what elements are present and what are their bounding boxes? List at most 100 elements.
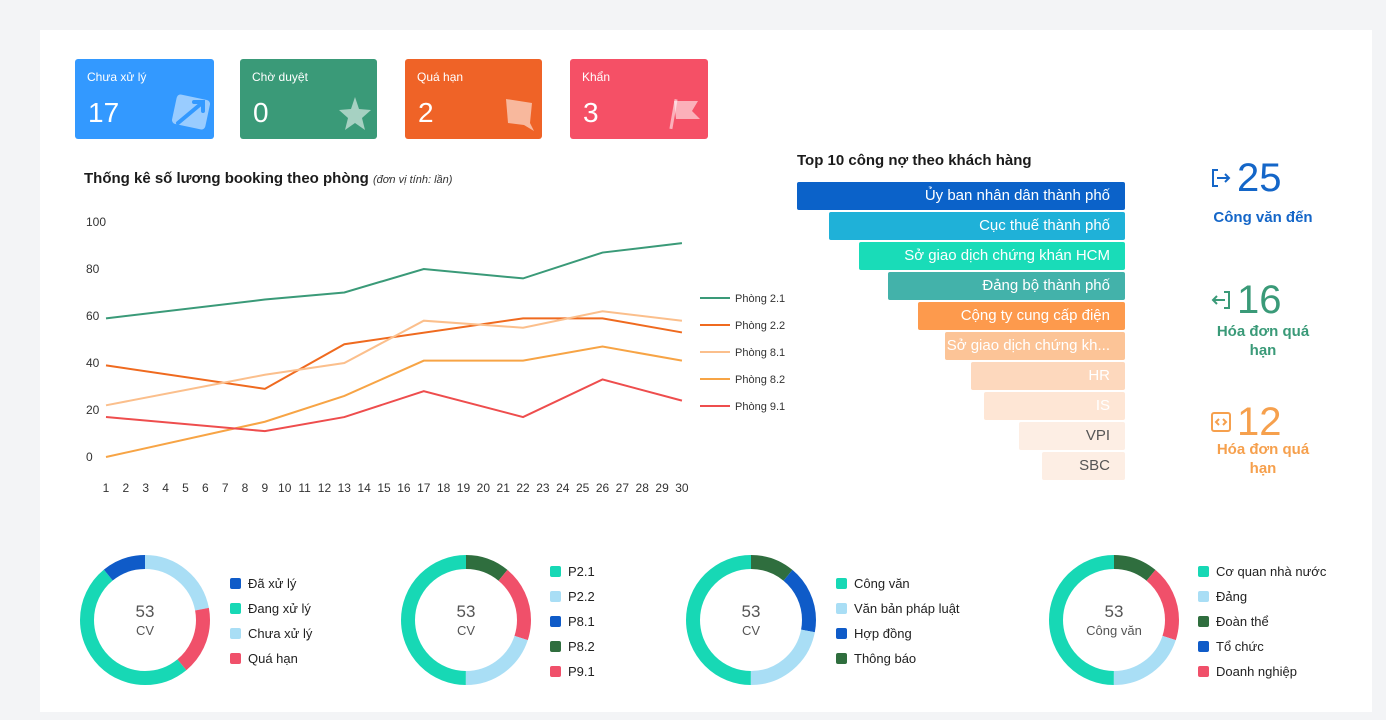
donut-center-label: 53 CV <box>681 602 821 640</box>
legend-label: Công văn <box>854 576 910 591</box>
x-tick-label: 28 <box>636 481 650 495</box>
stat-card-overdue[interactable]: Quá hạn 2 <box>405 59 542 139</box>
legend-item[interactable]: Đã xử lý <box>230 571 312 596</box>
stat-overdue-invoices[interactable]: 16 Hóa đơn quá hạn <box>1203 280 1323 360</box>
x-tick-label: 20 <box>477 481 491 495</box>
legend-item[interactable]: P9.1 <box>550 659 595 684</box>
arrow-chart-icon <box>171 94 211 130</box>
legend-label: Chưa xử lý <box>248 626 313 641</box>
legend-swatch <box>836 578 847 589</box>
legend-item[interactable]: Đảng <box>1198 584 1326 609</box>
series-line-2[interactable] <box>105 317 683 390</box>
outgoing-icon <box>1211 291 1230 309</box>
x-tick-label: 3 <box>142 481 149 495</box>
series-line-5[interactable] <box>105 378 683 433</box>
x-tick-label: 25 <box>576 481 590 495</box>
donut-unit: CV <box>456 623 476 638</box>
funnel-bar[interactable]: Sở giao dịch chứng kh... <box>945 332 1125 360</box>
legend-label: Phòng 2.2 <box>735 320 785 332</box>
legend-swatch <box>230 653 241 664</box>
stat-card-urgent[interactable]: Khẩn 3 <box>570 59 708 139</box>
legend-label: Tổ chức <box>1216 639 1264 654</box>
stat-card-awaiting[interactable]: Chờ duyệt 0 <box>240 59 377 139</box>
donut-unit: CV <box>135 623 155 638</box>
legend-swatch <box>1198 641 1209 652</box>
y-tick-label: 40 <box>86 356 100 370</box>
funnel-bar[interactable]: Đảng bộ thành phố <box>888 272 1125 300</box>
legend-item[interactable]: Thông báo <box>836 646 960 671</box>
y-tick-label: 80 <box>86 262 100 276</box>
funnel-bar[interactable]: IS <box>984 392 1125 420</box>
series-line-1[interactable] <box>105 242 683 320</box>
y-tick-label: 100 <box>86 215 106 229</box>
legend-item[interactable]: Đang xử lý <box>230 596 312 621</box>
x-tick-label: 1 <box>103 481 110 495</box>
donut-chart[interactable]: 53 CV <box>681 550 821 690</box>
legend-item[interactable]: Hợp đồng <box>836 621 960 646</box>
legend-swatch <box>230 603 241 614</box>
stat-label: Hóa đơn quá hạn <box>1216 323 1310 359</box>
legend-item[interactable]: Văn bản pháp luật <box>836 596 960 621</box>
legend-item[interactable]: Tổ chức <box>1198 634 1326 659</box>
donut-chart[interactable]: 53 Công văn <box>1044 550 1184 690</box>
x-tick-label: 21 <box>497 481 511 495</box>
incoming-icon <box>1212 169 1231 187</box>
stat-card-value: 3 <box>583 97 599 128</box>
donut-chart[interactable]: 53 CV <box>396 550 536 690</box>
legend-label: Đã xử lý <box>248 576 297 591</box>
x-tick-label: 4 <box>162 481 169 495</box>
line-chart-unit: (đơn vị tính: lần) <box>373 174 453 186</box>
x-tick-label: 14 <box>358 481 372 495</box>
legend-item[interactable]: Quá hạn <box>230 646 312 671</box>
stat-incoming-docs[interactable]: 25 Công văn đến <box>1203 158 1323 227</box>
legend-label: Đoàn thể <box>1216 614 1269 629</box>
legend-swatch <box>550 616 561 627</box>
legend-swatch <box>550 566 561 577</box>
stat-card-value: 17 <box>88 97 120 128</box>
donut-center-label: 53 Công văn <box>1044 602 1184 640</box>
funnel-bar[interactable]: VPI <box>1019 422 1125 450</box>
funnel-bar[interactable]: Cục thuế thành phố <box>829 212 1125 240</box>
legend-label: Hợp đồng <box>854 626 912 641</box>
legend-label: P2.2 <box>568 589 595 604</box>
legend-swatch <box>836 603 847 614</box>
legend-swatch <box>550 666 561 677</box>
funnel-bar[interactable]: HR <box>971 362 1125 390</box>
y-tick-label: 0 <box>86 450 93 464</box>
funnel-bar[interactable]: Sở giao dịch chứng khán HCM <box>859 242 1125 270</box>
x-tick-label: 19 <box>457 481 471 495</box>
legend-label: Phòng 8.1 <box>735 347 785 359</box>
booking-line-chart: 0204060801001 2 3 4 5 6 7 8 9 10 11 12 13 14 15 16 17 18 1… <box>86 215 785 495</box>
donut-legend: Đã xử lý Đang xử lý Chưa xử lý Quá hạn <box>230 571 312 671</box>
legend-item[interactable]: Cơ quan nhà nước <box>1198 559 1326 584</box>
stat-overdue-invoices-2[interactable]: 12 Hóa đơn quá hạn <box>1203 402 1323 478</box>
y-tick-label: 20 <box>86 403 100 417</box>
x-tick-label: 6 <box>202 481 209 495</box>
legend-item[interactable]: Công văn <box>836 571 960 596</box>
funnel-bar[interactable]: SBC <box>1042 452 1125 480</box>
donut-legend: Công văn Văn bản pháp luật Hợp đồng Thông b… <box>836 571 960 671</box>
legend-item[interactable]: P2.1 <box>550 559 595 584</box>
legend-item[interactable]: Chưa xử lý <box>230 621 312 646</box>
legend-item[interactable]: Doanh nghiệp <box>1198 659 1326 684</box>
line-chart-title-text: Thống kê số lương booking theo phòng <box>84 170 369 187</box>
x-tick-label: 16 <box>397 481 411 495</box>
donut-unit: Công văn <box>1086 623 1142 638</box>
legend-item[interactable]: P8.1 <box>550 609 595 634</box>
code-doc-icon <box>1211 412 1231 432</box>
stat-card-pending[interactable]: Chưa xử lý 17 <box>75 59 214 139</box>
legend-label: Phòng 8.2 <box>735 374 785 386</box>
legend-label: P9.1 <box>568 664 595 679</box>
donut-chart[interactable]: 53 CV <box>75 550 215 690</box>
legend-swatch <box>1198 591 1209 602</box>
funnel-bar[interactable]: Cộng ty cung cấp điện <box>918 302 1125 330</box>
legend-label: Cơ quan nhà nước <box>1216 564 1327 579</box>
legend-label: P8.1 <box>568 614 595 629</box>
x-tick-label: 27 <box>616 481 630 495</box>
funnel-bar[interactable]: Ủy ban nhân dân thành phố <box>797 182 1125 210</box>
legend-swatch <box>836 628 847 639</box>
legend-item[interactable]: Đoàn thể <box>1198 609 1326 634</box>
series-line-3[interactable] <box>105 310 683 407</box>
legend-item[interactable]: P8.2 <box>550 634 595 659</box>
legend-item[interactable]: P2.2 <box>550 584 595 609</box>
